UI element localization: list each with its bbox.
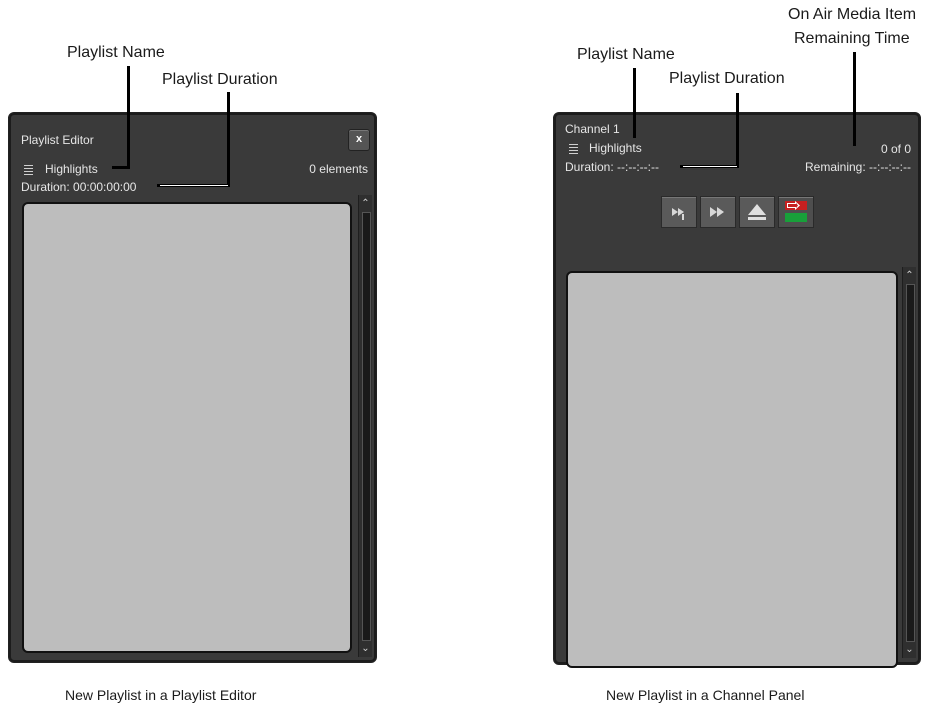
scrollbar[interactable]: ⌃ ⌄: [902, 267, 916, 658]
channel-panel: Channel 1 Highlights 0 of 0 Duration: --…: [553, 112, 921, 668]
caption-right: New Playlist in a Channel Panel: [606, 687, 805, 703]
channel-name: Channel 1: [565, 122, 620, 136]
panel-title: Playlist Editor: [21, 133, 94, 147]
callout-playlist-duration-left: Playlist Duration: [162, 71, 278, 88]
playlist-list-icon: [569, 144, 578, 154]
playlist-duration: Duration: --:--:--:--: [565, 160, 659, 174]
scroll-track[interactable]: [906, 284, 915, 642]
playlist-duration: Duration: 00:00:00:00: [21, 180, 137, 194]
callout-on-air-line2: Remaining Time: [794, 30, 910, 47]
close-button[interactable]: x: [348, 129, 370, 151]
callout-playlist-duration-right: Playlist Duration: [669, 70, 785, 87]
callout-playlist-name-left: Playlist Name: [67, 44, 165, 61]
playlist-editor-panel: Playlist Editor x Highlights 0 elements …: [8, 112, 377, 663]
skip-forward-button[interactable]: [700, 196, 736, 228]
switch-out-button[interactable]: [778, 196, 814, 228]
scrollbar[interactable]: ⌃ ⌄: [358, 195, 372, 657]
leader-duration-right-inner: [683, 166, 737, 167]
eject-icon: [748, 204, 766, 220]
eject-button[interactable]: [739, 196, 775, 228]
caption-left: New Playlist in a Playlist Editor: [65, 687, 257, 703]
element-count: 0 elements: [309, 162, 368, 176]
scroll-up-icon[interactable]: ⌃: [903, 269, 916, 282]
scroll-down-icon[interactable]: ⌄: [359, 642, 372, 655]
playlist-items-area[interactable]: [22, 202, 352, 653]
callout-playlist-name-right: Playlist Name: [577, 46, 675, 63]
scroll-up-icon[interactable]: ⌃: [359, 197, 372, 210]
leader-playlist-name-left: [127, 66, 130, 168]
playlist-list-icon: [24, 165, 33, 175]
leader-duration-right: [736, 93, 739, 167]
callout-on-air-line1: On Air Media Item: [788, 6, 917, 23]
playlist-name[interactable]: Highlights: [45, 162, 98, 176]
play-next-button[interactable]: [661, 196, 697, 228]
play-next-icon: [672, 208, 684, 220]
playlist-items-area[interactable]: [566, 271, 898, 668]
playlist-position: 0 of 0: [880, 142, 911, 156]
leader-playlist-name-right: [633, 68, 636, 138]
leader-duration-left: [227, 92, 230, 187]
remaining-time: Remaining: --:--:--:--: [804, 160, 911, 174]
leader-remaining-right: [853, 52, 856, 146]
switch-out-icon: [785, 201, 807, 222]
playlist-name[interactable]: Highlights: [589, 141, 642, 155]
scroll-down-icon[interactable]: ⌄: [903, 643, 916, 656]
fast-forward-icon: [710, 207, 724, 217]
leader-playlist-name-left-h: [112, 166, 130, 169]
leader-duration-left-inner: [160, 185, 228, 186]
scroll-track[interactable]: [362, 212, 371, 641]
